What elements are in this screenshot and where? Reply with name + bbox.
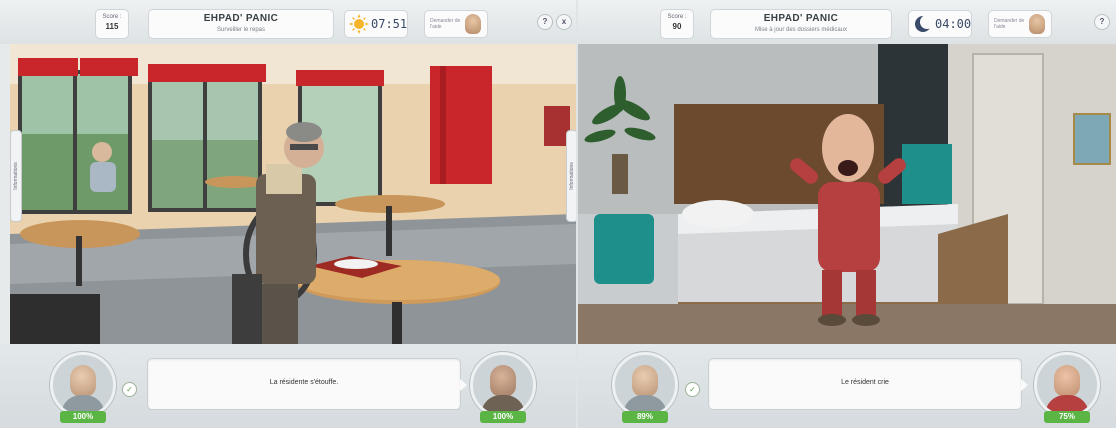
side-info-tab[interactable]: Informations: [10, 130, 22, 222]
score-value: 115: [105, 22, 119, 31]
caregiver-face-icon: [632, 365, 658, 397]
moon-icon: [915, 15, 933, 32]
mission-text: Surveiller le repas: [216, 27, 266, 33]
clock-box: 04:00: [908, 10, 972, 38]
caregiver-progress-badge: 89%: [622, 411, 668, 423]
check-icon: ✓: [122, 382, 137, 397]
colleague-avatar-icon: [1029, 14, 1045, 34]
colleague-avatar-icon: [465, 14, 481, 34]
score-box: Score : 115: [95, 9, 129, 39]
side-info-tab-label: Informations: [569, 162, 575, 190]
dining-room-scene: [10, 44, 576, 344]
top-bar: Score : 90 EHPAD' PANIC Mise à jour des …: [578, 0, 1116, 44]
clock-box: 07:51: [344, 10, 408, 38]
score-label: Score :: [667, 14, 687, 20]
help-button[interactable]: ?: [537, 14, 553, 30]
help-button[interactable]: ?: [1094, 14, 1110, 30]
caregiver-portrait: [50, 352, 116, 418]
top-bar: Score : 115 EHPAD' PANIC Surveiller le r…: [0, 0, 576, 44]
resident-portrait[interactable]: [470, 352, 536, 418]
bottom-bar: 89% ✓ Le résident crie 75%: [578, 344, 1116, 428]
side-info-tab-label: Informations: [13, 162, 19, 190]
score-label: Score :: [102, 14, 122, 20]
clock-time: 04:00: [935, 17, 972, 31]
ask-help-label: Demander de l'aide: [430, 18, 461, 30]
bottom-bar: 100% ✓ La résidente s'étouffe. 100%: [0, 344, 576, 428]
score-box: Score : 90: [660, 9, 694, 39]
score-value: 90: [672, 22, 682, 31]
message-text: Le résident crie: [841, 379, 889, 386]
message-text: La résidente s'étouffe.: [269, 379, 339, 386]
resident-face-icon: [490, 365, 516, 397]
close-button[interactable]: x: [556, 14, 572, 30]
caregiver-portrait: [612, 352, 678, 418]
resident-portrait[interactable]: [1034, 352, 1100, 418]
game-panel-left: Score : 115 EHPAD' PANIC Surveiller le r…: [0, 0, 576, 428]
sun-icon: [349, 14, 369, 34]
game-panel-right: Score : 90 EHPAD' PANIC Mise à jour des …: [578, 0, 1116, 428]
ask-help-label: Demander de l'aide: [994, 18, 1025, 30]
ask-help-button[interactable]: Demander de l'aide: [988, 10, 1052, 38]
caregiver-face-icon: [70, 365, 96, 397]
caregiver-progress-badge: 100%: [60, 411, 106, 423]
resident-progress-badge: 75%: [1044, 411, 1090, 423]
check-icon: ✓: [685, 382, 700, 397]
title-box: EHPAD' PANIC Surveiller le repas: [148, 9, 334, 39]
bedroom-scene: [578, 44, 1116, 344]
mission-text: Mise à jour des dossiers médicaux: [754, 27, 848, 33]
message-box: La résidente s'étouffe.: [147, 358, 467, 410]
game-title: EHPAD' PANIC: [763, 13, 839, 24]
side-info-tab-right-edge[interactable]: Informations: [566, 130, 576, 222]
title-box: EHPAD' PANIC Mise à jour des dossiers mé…: [710, 9, 892, 39]
ask-help-button[interactable]: Demander de l'aide: [424, 10, 488, 38]
resident-progress-badge: 100%: [480, 411, 526, 423]
clock-time: 07:51: [371, 17, 408, 31]
message-box: Le résident crie: [708, 358, 1028, 410]
resident-face-icon: [1054, 365, 1080, 397]
game-title: EHPAD' PANIC: [203, 13, 279, 24]
